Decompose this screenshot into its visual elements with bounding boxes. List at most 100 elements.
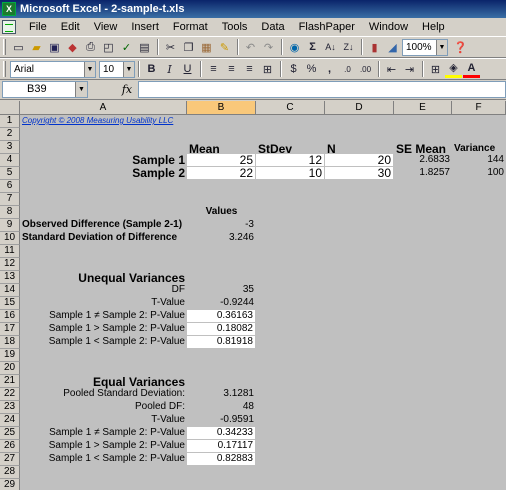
merge-center-icon[interactable]: ⊞: [259, 61, 276, 78]
open-icon[interactable]: ▰: [28, 39, 45, 56]
row-header[interactable]: 16: [0, 310, 20, 323]
menu-edit[interactable]: Edit: [54, 18, 87, 36]
format-painter-icon[interactable]: ✎: [216, 39, 233, 56]
formula-input[interactable]: [138, 81, 506, 98]
bold-icon[interactable]: B: [143, 61, 160, 78]
menu-file[interactable]: File: [22, 18, 54, 36]
row-header[interactable]: 2: [0, 128, 20, 141]
percent-icon[interactable]: %: [303, 61, 320, 78]
worksheet-grid[interactable]: A B C D E F 1 Copyright © 2008 Measuring…: [0, 101, 506, 490]
equal-p-gt-value[interactable]: 0.17117: [187, 440, 256, 453]
align-right-icon[interactable]: ≡: [241, 61, 258, 78]
underline-icon[interactable]: U: [179, 61, 196, 78]
row-header[interactable]: 21: [0, 375, 20, 388]
undo-icon[interactable]: ↶: [242, 39, 259, 56]
row-header[interactable]: 13: [0, 271, 20, 284]
menu-format[interactable]: Format: [166, 18, 215, 36]
sample2-n[interactable]: 30: [325, 167, 394, 180]
column-header-c[interactable]: C: [256, 101, 325, 115]
row-header[interactable]: 1: [0, 115, 20, 128]
increase-indent-icon[interactable]: ⇥: [401, 61, 418, 78]
row-header[interactable]: 20: [0, 362, 20, 375]
row-header[interactable]: 9: [0, 219, 20, 232]
menu-flashpaper[interactable]: FlashPaper: [292, 18, 362, 36]
fill-color-icon[interactable]: ◈: [445, 61, 462, 78]
decrease-decimal-icon[interactable]: .00: [357, 61, 374, 78]
row-header[interactable]: 7: [0, 193, 20, 206]
print-preview-icon[interactable]: ◰: [100, 39, 117, 56]
font-color-icon[interactable]: A: [463, 61, 480, 78]
sample2-mean[interactable]: 22: [187, 167, 256, 180]
unequal-p-gt-value[interactable]: 0.18082: [187, 323, 256, 336]
column-header-b[interactable]: B: [187, 101, 256, 115]
row-header[interactable]: 23: [0, 401, 20, 414]
unequal-p-lt-value[interactable]: 0.81918: [187, 336, 256, 349]
sort-ascending-icon[interactable]: A↓: [322, 39, 339, 56]
column-header-a[interactable]: A: [20, 101, 187, 115]
comma-style-icon[interactable]: ,: [321, 61, 338, 78]
menu-window[interactable]: Window: [362, 18, 415, 36]
research-icon[interactable]: ▤: [136, 39, 153, 56]
row-header[interactable]: 5: [0, 167, 20, 180]
row-header[interactable]: 14: [0, 284, 20, 297]
insert-function-icon[interactable]: fx: [116, 83, 138, 96]
row-header[interactable]: 22: [0, 388, 20, 401]
save-icon[interactable]: ▣: [46, 39, 63, 56]
row-header[interactable]: 6: [0, 180, 20, 193]
row-header[interactable]: 26: [0, 440, 20, 453]
paste-icon[interactable]: ▦: [198, 39, 215, 56]
print-icon[interactable]: ⎙: [82, 39, 99, 56]
workbook-icon[interactable]: [2, 20, 16, 34]
row-header[interactable]: 19: [0, 349, 20, 362]
decrease-indent-icon[interactable]: ⇤: [383, 61, 400, 78]
toolbar-grip[interactable]: [3, 61, 6, 77]
row-header[interactable]: 10: [0, 232, 20, 245]
row-header[interactable]: 12: [0, 258, 20, 271]
permission-icon[interactable]: ◆: [64, 39, 81, 56]
borders-icon[interactable]: ⊞: [427, 61, 444, 78]
italic-icon[interactable]: I: [161, 61, 178, 78]
copyright-link[interactable]: Copyright © 2008 Measuring Usability LLC: [20, 115, 187, 128]
autosum-icon[interactable]: Σ: [304, 39, 321, 56]
copy-icon[interactable]: ❐: [180, 39, 197, 56]
row-header[interactable]: 8: [0, 206, 20, 219]
unequal-p-ne-value[interactable]: 0.36163: [187, 310, 256, 323]
toolbar-grip[interactable]: [3, 39, 6, 55]
row-header[interactable]: 15: [0, 297, 20, 310]
currency-icon[interactable]: $: [285, 61, 302, 78]
row-header[interactable]: 29: [0, 479, 20, 490]
help-icon[interactable]: ❓: [452, 39, 469, 56]
align-center-icon[interactable]: ≡: [223, 61, 240, 78]
column-header-d[interactable]: D: [325, 101, 394, 115]
font-name-select[interactable]: Arial ▼: [10, 60, 96, 78]
row-header[interactable]: 27: [0, 453, 20, 466]
row-header[interactable]: 17: [0, 323, 20, 336]
chart-wizard-icon[interactable]: ▮: [366, 39, 383, 56]
cut-icon[interactable]: ✂: [162, 39, 179, 56]
menu-insert[interactable]: Insert: [124, 18, 166, 36]
row-header[interactable]: 18: [0, 336, 20, 349]
menu-tools[interactable]: Tools: [215, 18, 255, 36]
column-header-f[interactable]: F: [452, 101, 506, 115]
zoom-select[interactable]: 100% ▼: [402, 38, 448, 56]
font-size-select[interactable]: 10 ▼: [99, 60, 135, 78]
column-header-e[interactable]: E: [394, 101, 452, 115]
equal-p-ne-value[interactable]: 0.34233: [187, 427, 256, 440]
increase-decimal-icon[interactable]: .0: [339, 61, 356, 78]
row-header[interactable]: 28: [0, 466, 20, 479]
new-icon[interactable]: ▭: [10, 39, 27, 56]
align-left-icon[interactable]: ≡: [205, 61, 222, 78]
menu-view[interactable]: View: [87, 18, 125, 36]
select-all-corner[interactable]: [0, 101, 20, 115]
sort-descending-icon[interactable]: Z↓: [340, 39, 357, 56]
equal-p-lt-value[interactable]: 0.82883: [187, 453, 256, 466]
hyperlink-icon[interactable]: ◉: [286, 39, 303, 56]
row-header[interactable]: 11: [0, 245, 20, 258]
sample2-stdev[interactable]: 10: [256, 167, 325, 180]
row-header[interactable]: 24: [0, 414, 20, 427]
row-header[interactable]: 3: [0, 141, 20, 154]
menu-help[interactable]: Help: [415, 18, 452, 36]
row-header[interactable]: 4: [0, 154, 20, 167]
name-box[interactable]: B39 ▼: [2, 81, 88, 98]
spelling-icon[interactable]: ✓: [118, 39, 135, 56]
